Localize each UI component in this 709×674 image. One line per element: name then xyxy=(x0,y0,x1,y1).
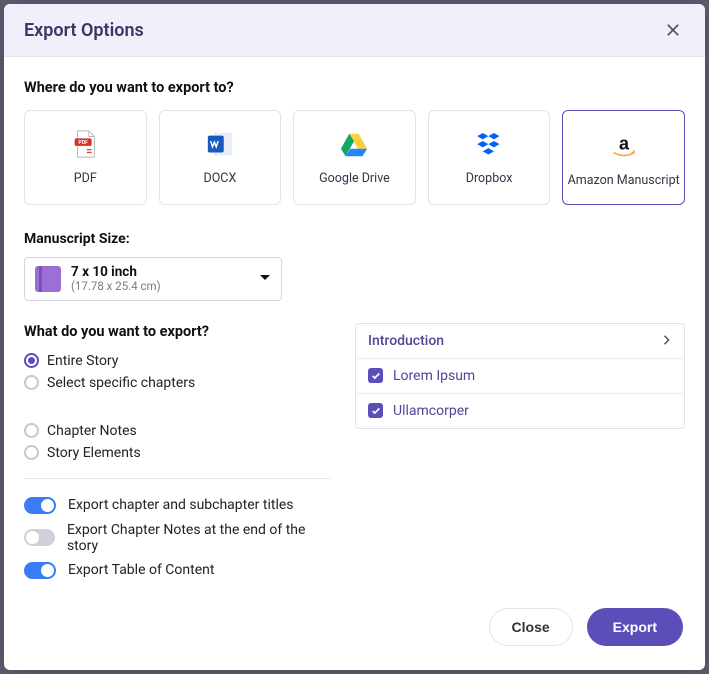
caret-down-icon xyxy=(259,269,271,288)
modal-header: Export Options xyxy=(4,4,705,57)
export-destination-row: PDF PDF DOCX xyxy=(24,110,685,205)
docx-icon xyxy=(205,129,235,159)
radio-chapter-notes[interactable]: Chapter Notes xyxy=(24,420,331,442)
toggle-label: Export chapter and subchapter titles xyxy=(68,497,294,513)
dropbox-icon xyxy=(474,129,504,159)
radio-input xyxy=(24,375,39,390)
radio-label: Entire Story xyxy=(47,353,118,369)
radio-story-elements[interactable]: Story Elements xyxy=(24,442,331,464)
modal-footer: Close Export xyxy=(4,592,705,670)
radio-label: Story Elements xyxy=(47,445,141,461)
divider xyxy=(24,478,331,479)
radio-input xyxy=(24,423,39,438)
radio-input xyxy=(24,445,39,460)
manuscript-size-label: Manuscript Size: xyxy=(24,231,685,247)
modal-title: Export Options xyxy=(24,20,144,41)
manuscript-size-select[interactable]: 7 x 10 inch (17.78 x 25.4 cm) xyxy=(24,257,282,301)
size-main: 7 x 10 inch xyxy=(71,264,161,280)
export-card-label: Dropbox xyxy=(466,171,513,186)
book-icon xyxy=(35,266,61,292)
chapter-header-label: Introduction xyxy=(368,333,444,349)
export-card-docx[interactable]: DOCX xyxy=(159,110,282,205)
extras-radio-group: Chapter Notes Story Elements xyxy=(24,420,331,464)
export-card-label: DOCX xyxy=(204,171,237,186)
export-card-label: Amazon Manuscript xyxy=(568,173,680,188)
close-icon[interactable] xyxy=(661,18,685,42)
radio-label: Chapter Notes xyxy=(47,423,137,439)
toggle-chapter-titles[interactable]: Export chapter and subchapter titles xyxy=(24,493,331,518)
chapter-header-introduction[interactable]: Introduction xyxy=(356,324,684,359)
chapter-list: Introduction Lorem Ipsum xyxy=(355,323,685,429)
toggle-switch xyxy=(24,529,55,546)
export-card-label: PDF xyxy=(74,171,97,186)
export-card-google-drive[interactable]: Google Drive xyxy=(293,110,416,205)
scope-radio-group: Entire Story Select specific chapters xyxy=(24,350,331,394)
pdf-icon: PDF xyxy=(70,129,100,159)
export-card-pdf[interactable]: PDF PDF xyxy=(24,110,147,205)
size-sub: (17.78 x 25.4 cm) xyxy=(71,280,161,294)
export-card-dropbox[interactable]: Dropbox xyxy=(428,110,551,205)
chevron-right-icon xyxy=(662,333,672,349)
radio-label: Select specific chapters xyxy=(47,375,195,391)
chapter-item-label: Lorem Ipsum xyxy=(393,368,475,384)
export-options-modal: Export Options Where do you want to expo… xyxy=(4,4,705,670)
chapter-item-lorem-ipsum[interactable]: Lorem Ipsum xyxy=(356,359,684,394)
chapter-item-ullamcorper[interactable]: Ullamcorper xyxy=(356,394,684,428)
toggle-switch xyxy=(24,497,56,514)
toggle-switch xyxy=(24,562,56,579)
export-card-label: Google Drive xyxy=(319,171,390,186)
toggle-label: Export Chapter Notes at the end of the s… xyxy=(67,522,331,554)
radio-entire-story[interactable]: Entire Story xyxy=(24,350,331,372)
export-button[interactable]: Export xyxy=(587,608,683,646)
toggle-toc[interactable]: Export Table of Content xyxy=(24,558,331,583)
export-destination-question: Where do you want to export to? xyxy=(24,79,685,96)
export-scope-question: What do you want to export? xyxy=(24,323,331,340)
radio-select-chapters[interactable]: Select specific chapters xyxy=(24,372,331,394)
chapter-item-label: Ullamcorper xyxy=(393,403,469,419)
close-button[interactable]: Close xyxy=(489,608,573,646)
svg-text:PDF: PDF xyxy=(79,140,89,146)
radio-input xyxy=(24,353,39,368)
google-drive-icon xyxy=(339,129,369,159)
checkbox-checked-icon xyxy=(368,403,383,418)
checkbox-checked-icon xyxy=(368,368,383,383)
export-card-amazon-manuscript[interactable]: a Amazon Manuscript xyxy=(562,110,685,205)
amazon-icon: a xyxy=(609,133,639,163)
toggle-label: Export Table of Content xyxy=(68,562,214,578)
svg-text:a: a xyxy=(619,134,630,154)
toggle-chapter-notes-end[interactable]: Export Chapter Notes at the end of the s… xyxy=(24,518,331,558)
